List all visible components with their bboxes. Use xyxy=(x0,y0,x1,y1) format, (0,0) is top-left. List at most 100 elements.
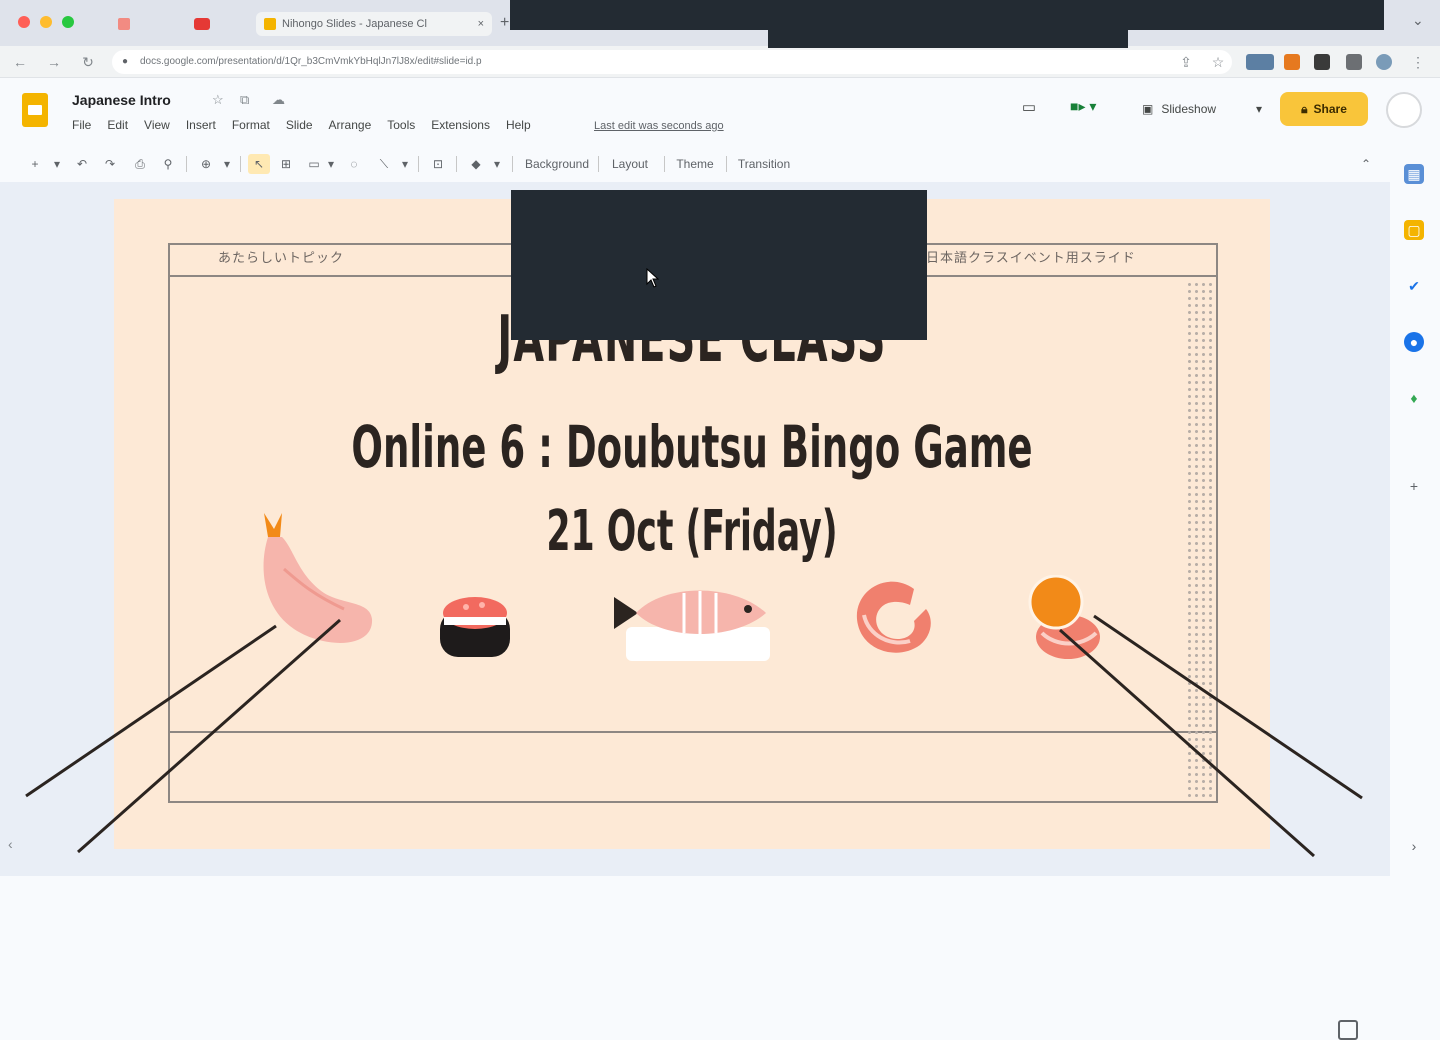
image-icon[interactable]: ▭ xyxy=(304,154,324,174)
new-tab-icon[interactable]: + xyxy=(500,14,509,32)
zoom-icon[interactable]: ⊕ xyxy=(196,154,216,174)
menu-insert[interactable]: Insert xyxy=(186,118,224,132)
gunkan-sushi-illustration[interactable] xyxy=(438,593,512,659)
toolbar-divider xyxy=(456,156,457,172)
meet-icon[interactable]: ■▸ ▾ xyxy=(1070,98,1110,120)
fish-nigiri-illustration[interactable] xyxy=(614,583,774,663)
menu-help[interactable]: Help xyxy=(506,118,539,132)
paint-format-icon[interactable]: ⚲ xyxy=(158,154,178,174)
select-cursor-icon[interactable]: ↖ xyxy=(248,154,270,174)
slides-header: Japanese Intro ☆ ⧉ ☁ File Edit View Inse… xyxy=(0,78,1440,146)
browser-tab[interactable] xyxy=(186,12,250,36)
maximize-window-button[interactable] xyxy=(62,16,74,28)
menu-arrange[interactable]: Arrange xyxy=(329,118,380,132)
redaction-overlay xyxy=(510,0,1384,30)
reload-icon[interactable]: ↻ xyxy=(78,52,98,72)
fit-to-screen-icon[interactable] xyxy=(1338,1020,1358,1040)
url-input[interactable]: ● docs.google.com/presentation/d/1Qr_b3C… xyxy=(112,50,1232,74)
redaction-overlay xyxy=(511,190,927,340)
chevron-down-icon[interactable]: ▾ xyxy=(398,154,412,174)
menu-extensions[interactable]: Extensions xyxy=(431,118,498,132)
slideshow-icon: ▣ xyxy=(1142,102,1154,116)
back-icon[interactable]: ← xyxy=(10,52,30,72)
youtube-icon xyxy=(194,18,210,30)
forward-icon[interactable]: → xyxy=(44,52,64,72)
text-box-icon[interactable]: ⊞ xyxy=(276,154,296,174)
layout-button[interactable]: Layout xyxy=(606,154,654,174)
bookmark-star-icon[interactable]: ☆ xyxy=(1208,52,1228,72)
extension-icon[interactable] xyxy=(1284,54,1300,70)
move-folder-icon[interactable]: ⧉ xyxy=(240,92,249,108)
extensions-puzzle-icon[interactable] xyxy=(1346,54,1362,70)
slides-logo-icon[interactable] xyxy=(22,93,48,127)
browser-menu-icon[interactable]: ⋮ xyxy=(1408,52,1428,72)
comments-icon[interactable]: ▭ xyxy=(1016,98,1042,120)
dotted-pattern xyxy=(1186,281,1212,797)
toolbar-divider xyxy=(726,156,727,172)
chevron-down-icon[interactable]: ▾ xyxy=(490,154,504,174)
profile-icon[interactable] xyxy=(1376,54,1392,70)
redo-icon[interactable]: ↷ xyxy=(100,154,120,174)
menu-file[interactable]: File xyxy=(72,118,99,132)
fish-eye-shape xyxy=(744,605,752,613)
theme-button[interactable]: Theme xyxy=(672,154,718,174)
keep-icon[interactable]: ▢ xyxy=(1404,220,1424,240)
avatar[interactable] xyxy=(1386,92,1422,128)
transition-button[interactable]: Transition xyxy=(734,154,794,174)
toolbar-divider xyxy=(240,156,241,172)
extension-icon[interactable] xyxy=(1246,54,1274,70)
chevron-left-icon[interactable]: ‹ xyxy=(8,836,13,852)
background-button[interactable]: Background xyxy=(522,154,592,174)
close-tab-icon[interactable]: × xyxy=(478,18,484,30)
share-button[interactable]: 🔒︎ Share xyxy=(1280,92,1368,126)
line-icon[interactable]: ⟍ xyxy=(374,154,394,174)
menu-edit[interactable]: Edit xyxy=(107,118,136,132)
star-icon[interactable]: ☆ xyxy=(212,92,224,108)
close-window-button[interactable] xyxy=(18,16,30,28)
lock-icon: ● xyxy=(122,56,129,67)
tab-label: Nihongo Slides - Japanese Cl xyxy=(282,18,427,30)
cloud-status-icon[interactable]: ☁ xyxy=(272,92,285,108)
chevron-down-icon[interactable]: ▾ xyxy=(1256,102,1262,116)
menu-bar: File Edit View Insert Format Slide Arran… xyxy=(72,118,547,132)
shape-icon[interactable]: ◌ xyxy=(344,154,364,174)
browser-tab[interactable] xyxy=(110,12,180,36)
comment-add-icon[interactable]: ⊡ xyxy=(428,154,448,174)
browser-tab-active[interactable]: Nihongo Slides - Japanese Cl × xyxy=(256,12,492,36)
toolbar-divider xyxy=(664,156,665,172)
calendar-icon[interactable]: ▦ xyxy=(1404,164,1424,184)
maps-icon[interactable]: ♦ xyxy=(1404,388,1424,408)
chevron-down-icon[interactable]: ▾ xyxy=(50,154,64,174)
shrimp-nigiri-illustration[interactable] xyxy=(254,509,384,659)
menu-slide[interactable]: Slide xyxy=(286,118,321,132)
last-edit-link[interactable]: Last edit was seconds ago xyxy=(594,120,724,132)
toolbar-divider xyxy=(512,156,513,172)
document-title[interactable]: Japanese Intro xyxy=(72,92,171,108)
shrimp-ring-illustration[interactable] xyxy=(850,575,936,661)
slide-header-right[interactable]: 日本語クラスイベント用スライド xyxy=(926,247,1136,266)
fill-color-icon[interactable]: ◆ xyxy=(466,154,486,174)
chevron-down-icon[interactable]: ⌄ xyxy=(1412,12,1424,29)
undo-icon[interactable]: ↶ xyxy=(72,154,92,174)
tasks-icon[interactable]: ✔ xyxy=(1404,276,1424,296)
slide-subtitle[interactable]: Online 6 : Doubutsu Bingo Game xyxy=(322,413,1062,481)
salmon-nigiri-illustration[interactable] xyxy=(1026,575,1106,663)
minimize-window-button[interactable] xyxy=(40,16,52,28)
collapse-toolbar-icon[interactable]: ⌃ xyxy=(1356,154,1376,174)
slide-header-left[interactable]: あたらしいトピック xyxy=(218,247,344,266)
slideshow-button[interactable]: ▣ Slideshow ▾ xyxy=(1132,94,1272,124)
new-slide-icon[interactable]: + xyxy=(26,154,44,174)
add-addon-icon[interactable]: + xyxy=(1404,476,1424,496)
slide-date[interactable]: 21 Oct (Friday) xyxy=(334,499,1051,564)
menu-tools[interactable]: Tools xyxy=(387,118,423,132)
menu-view[interactable]: View xyxy=(144,118,178,132)
contacts-icon[interactable]: ● xyxy=(1404,332,1424,352)
share-page-icon[interactable]: ⇪ xyxy=(1176,52,1196,72)
chevron-down-icon[interactable]: ▾ xyxy=(324,154,338,174)
extension-icon[interactable] xyxy=(1314,54,1330,70)
roe-shape xyxy=(479,602,485,608)
chevron-down-icon[interactable]: ▾ xyxy=(220,154,234,174)
chevron-right-icon[interactable]: › xyxy=(1404,836,1424,856)
menu-format[interactable]: Format xyxy=(232,118,278,132)
print-icon[interactable]: ⎙ xyxy=(130,154,150,174)
